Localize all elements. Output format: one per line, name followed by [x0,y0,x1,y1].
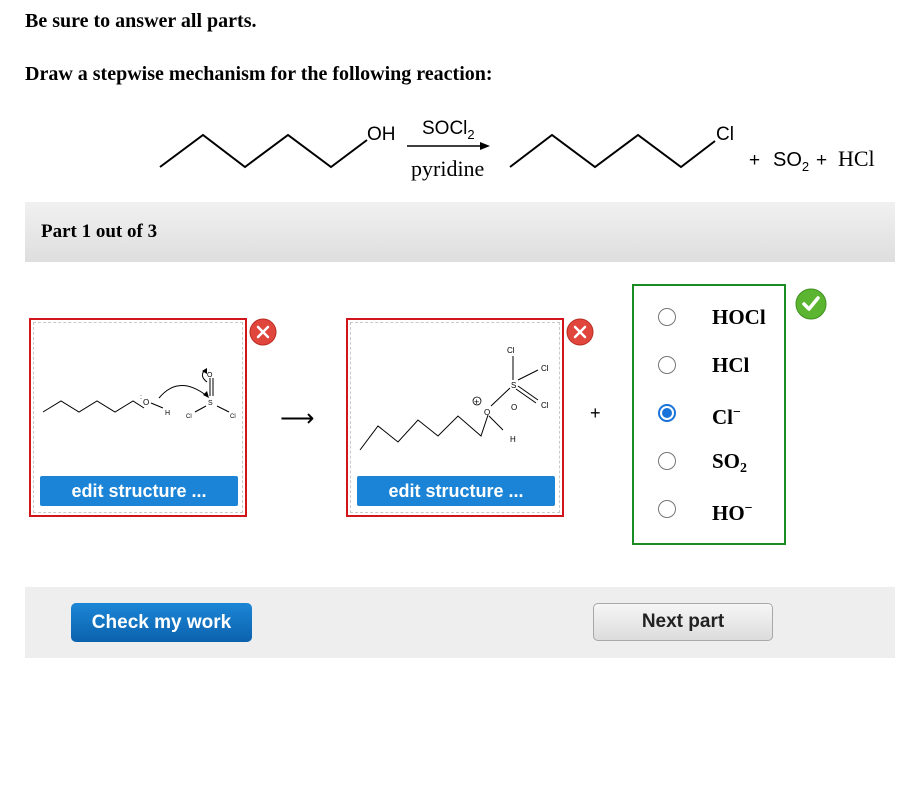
byproduct-plus-2: + [816,150,827,171]
step-plus: + [590,403,601,423]
product-cl-label: Cl [716,124,734,145]
atom-o-eq: O [511,403,517,412]
choice-ho-minus[interactable]: HO− [658,497,753,525]
choice-hocl[interactable]: HOCl [658,305,766,329]
reactant-oh-label: OH [367,124,396,145]
choice-so2[interactable]: SO2 [658,449,747,476]
structure-box-2[interactable]: + O H S Cl Cl Cl O edit structure ... [346,318,564,517]
choice-hcl[interactable]: HCl [658,353,749,377]
footer-bar: Check my work Next part [25,587,895,658]
s-cl-mid-bond [517,369,539,381]
atom-cl2: Cl [230,414,236,420]
s-cl-bond-2 [216,405,230,413]
byproduct-hcl: HCl [838,146,875,171]
atom-o2: O [207,372,213,379]
oxonium-plus: + [474,397,479,407]
curved-arrow [158,385,208,399]
choice-label: HCl [712,353,750,377]
reaction-scheme: OH SOCl2 pyridine Cl + SO2 + HCl [159,118,875,181]
atom-cl-low: Cl [541,401,549,410]
atom-cl-top: Cl [507,346,515,355]
atom-s: S [511,381,516,390]
check-icon [795,288,827,320]
reagent-pyridine: pyridine [411,156,484,181]
part-label: Part 1 out of 3 [41,221,158,242]
radio-hocl[interactable] [658,308,676,326]
alkyl-chain [42,400,145,413]
choice-label: Cl− [712,405,741,429]
atom-cl-mid: Cl [541,364,549,373]
atom-o: O [143,398,149,407]
check-my-work-button[interactable]: Check my work [71,603,252,642]
o-h-bond [488,415,504,431]
step-arrow: ⟶ [280,404,315,432]
radio-hcl[interactable] [658,356,676,374]
curved-arrow-head [203,391,209,398]
part-header: Part 1 out of 3 [25,202,895,262]
instruction-answer-all: Be sure to answer all parts. [25,10,257,32]
o-s-bond [490,387,511,407]
byproduct-choices: HOCl HCl Cl− SO2 HO− [632,284,786,545]
lone-pair-dots: : [140,394,142,401]
radio-ho-minus[interactable] [658,500,676,518]
atom-o-link: O [484,408,490,417]
choice-label: HO− [712,501,753,525]
choice-label: SO2 [712,449,748,476]
atom-h: H [510,435,516,444]
instruction-question: Draw a stepwise mechanism for the follow… [25,63,493,85]
choice-cl-minus[interactable]: Cl− [658,401,741,429]
next-part-button[interactable]: Next part [593,603,773,641]
edit-structure-button-1[interactable]: edit structure ... [40,476,238,506]
atom-s: S [208,400,213,407]
radio-so2[interactable] [658,452,676,470]
atom-h: H [165,410,170,417]
close-icon[interactable] [566,318,594,346]
alkyl-chain [359,414,489,451]
byproduct-plus-1: + [749,150,760,171]
reactant-skeleton [159,133,368,169]
product-skeleton [509,133,716,169]
atom-cl: Cl [186,414,192,420]
oh-bond [150,402,164,409]
reagent-socl2: SOCl2 [422,118,475,142]
close-icon[interactable] [249,318,277,346]
choice-label: HOCl [712,305,766,329]
edit-structure-button-2[interactable]: edit structure ... [357,476,555,506]
reaction-arrowhead [480,142,490,150]
radio-cl-minus-selected[interactable] [658,404,676,422]
structure-box-1[interactable]: O : H O S Cl Cl edit structure ... [29,318,247,517]
byproduct-so2: SO2 [773,149,809,174]
s-cl-bond-1 [194,405,207,413]
